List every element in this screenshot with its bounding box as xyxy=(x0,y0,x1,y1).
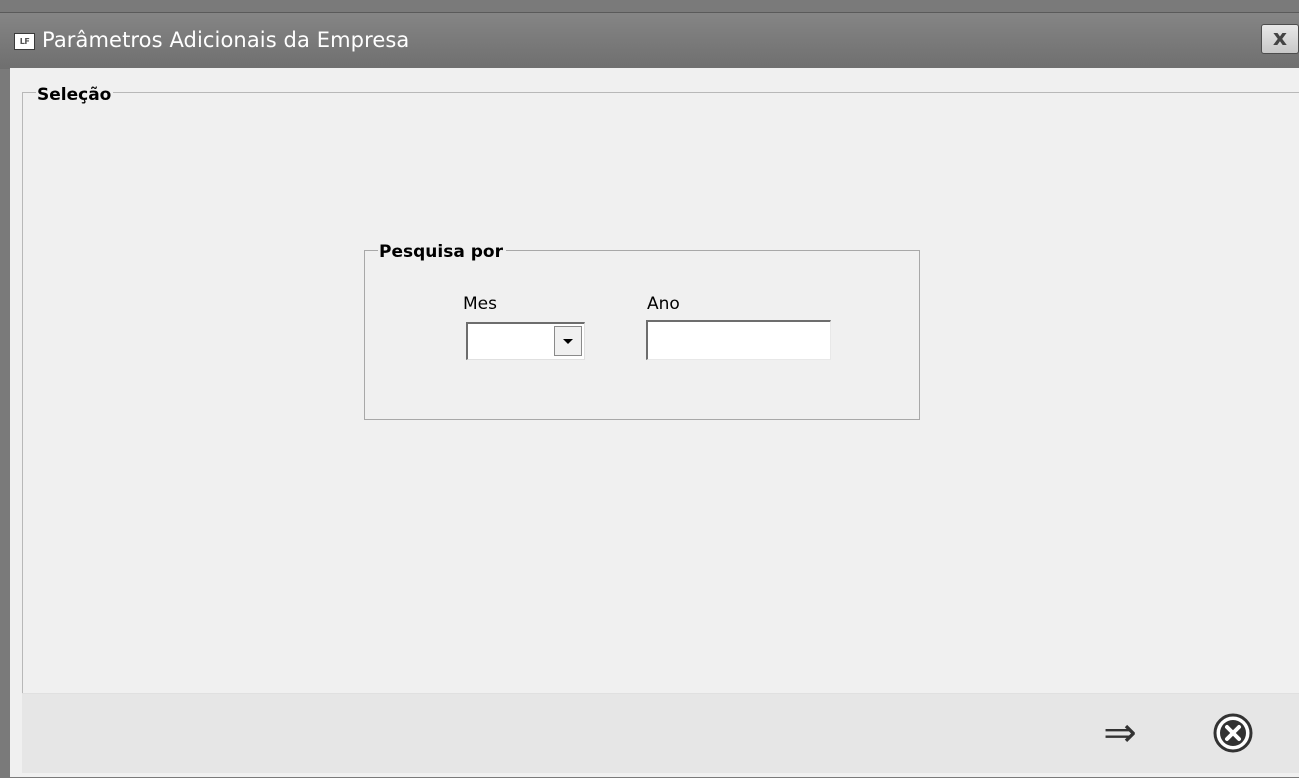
button-bar: ⇒ xyxy=(22,693,1299,773)
close-button[interactable]: x xyxy=(1261,24,1299,54)
title-bar: LF Parâmetros Adicionais da Empresa x xyxy=(0,12,1299,69)
year-input[interactable] xyxy=(646,320,831,360)
next-button[interactable]: ⇒ xyxy=(1092,708,1148,758)
search-by-group xyxy=(364,250,920,420)
client-area: Seleção Pesquisa por Mes Ano ⇒ xyxy=(10,68,1299,777)
window-title: Parâmetros Adicionais da Empresa xyxy=(42,28,410,52)
chevron-down-icon[interactable] xyxy=(554,326,582,356)
month-select[interactable] xyxy=(466,322,585,360)
cancel-button[interactable] xyxy=(1205,708,1261,758)
close-circle-icon xyxy=(1213,713,1253,753)
selection-group-legend: Seleção xyxy=(36,85,114,105)
month-label: Mes xyxy=(463,294,497,314)
app-icon: LF xyxy=(14,33,35,50)
search-by-legend: Pesquisa por xyxy=(378,242,506,262)
year-label: Ano xyxy=(647,294,680,314)
dialog-window: LF Parâmetros Adicionais da Empresa x Se… xyxy=(0,0,1299,778)
arrow-right-icon: ⇒ xyxy=(1103,710,1137,756)
selection-group xyxy=(22,92,1299,772)
